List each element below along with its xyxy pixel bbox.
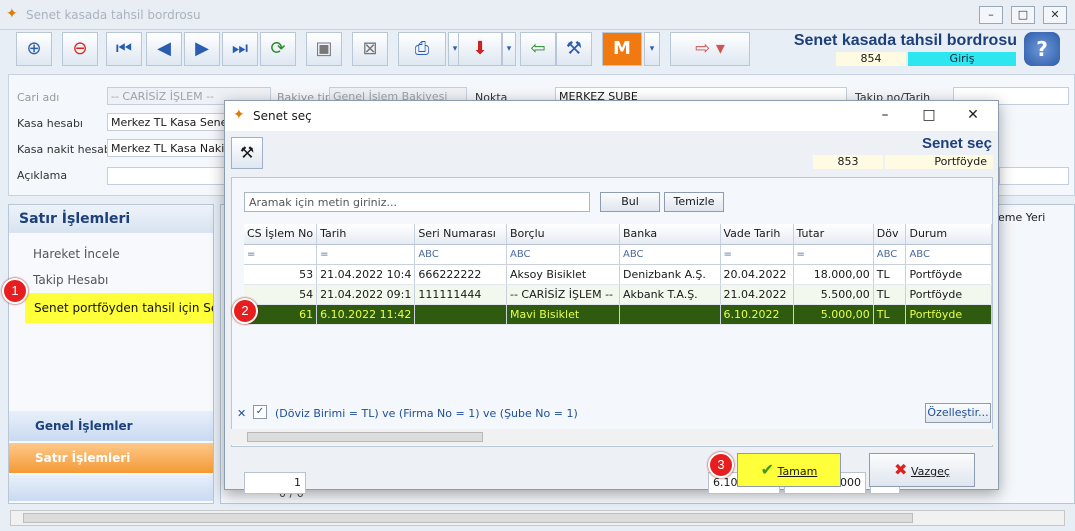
aciklama-field[interactable] <box>107 167 237 185</box>
page-title: Senet kasada tahsil bordrosu <box>793 32 1017 49</box>
callout-1: 1 <box>2 278 28 304</box>
filter-checkbox[interactable]: ✓ <box>253 405 267 419</box>
callout-3: 3 <box>708 452 734 478</box>
cari-label: Cari adı <box>17 91 60 104</box>
left-panel: Satır İşlemleri Hareket İncele Takip Hes… <box>8 204 214 504</box>
hareket-incele-item[interactable]: Hareket İncele <box>33 247 120 261</box>
col-banka[interactable]: Banka <box>619 224 721 245</box>
dialog-tools-icon[interactable]: ⚒ <box>231 137 263 169</box>
kasa-nakit-field[interactable]: Merkez TL Kasa Nakit TL <box>107 139 237 157</box>
cancel-save-icon[interactable]: ⊠ <box>352 32 388 66</box>
ok-button[interactable]: ✔ Tamam <box>737 453 841 487</box>
takip-hesabi-item[interactable]: Takip Hesabı <box>33 273 108 287</box>
filter-cell[interactable]: = <box>793 244 874 265</box>
close-button[interactable]: ✕ <box>1043 6 1067 24</box>
col-borclu[interactable]: Borçlu <box>506 224 621 245</box>
senet-sec-dialog: ✦ Senet seç – □ ✕ ⚒ Senet seç 853 Portfö… <box>224 100 999 494</box>
table-row[interactable]: 54 21.04.2022 09:1 111111444 -- CARİSİZ … <box>244 284 992 305</box>
find-button[interactable]: Bul <box>600 192 660 212</box>
dialog-scroll-thumb[interactable] <box>247 432 483 442</box>
filter-cell[interactable]: ABC <box>873 244 907 265</box>
aciklama-field-right[interactable] <box>999 167 1069 185</box>
last-record-icon[interactable]: ⏭ <box>222 32 258 66</box>
col-doviz[interactable]: Döv <box>873 224 907 245</box>
group-satir-islemleri[interactable]: Satır İşlemleri <box>9 443 213 473</box>
clear-filter-icon[interactable]: ✕ <box>237 407 246 420</box>
filter-text: (Döviz Birimi = TL) ve (Firma No = 1) ve… <box>275 407 578 420</box>
m-icon[interactable]: M <box>602 32 642 66</box>
window-titlebar: ✦ Senet kasada tahsil bordrosu – □ ✕ <box>0 0 1075 30</box>
aciklama-label: Açıklama <box>17 169 68 182</box>
first-record-icon[interactable]: ⏮ <box>106 32 142 66</box>
table-row-selected[interactable]: 61 6.10.2022 11:42 Mavi Bisiklet 6.10.20… <box>244 304 992 325</box>
filter-cell[interactable]: = <box>244 244 318 265</box>
m-dropdown-icon[interactable]: ▾ <box>644 32 660 66</box>
checkmark-icon: ✔ <box>760 460 775 479</box>
filter-cell[interactable]: = <box>316 244 416 265</box>
col-seri-numarasi[interactable]: Seri Numarası <box>414 224 507 245</box>
window-title: Senet kasada tahsil bordrosu <box>26 8 201 22</box>
filter-cell[interactable]: ABC <box>905 244 992 265</box>
customize-button[interactable]: Özelleştir... <box>925 403 991 423</box>
footer-count: 1 <box>244 472 306 494</box>
senet-portfoy-item[interactable]: Senet portföyden tahsil için Sen... <box>25 293 213 323</box>
tools-icon[interactable]: ⚒ <box>556 32 592 66</box>
senet-table: CS İşlem No Tarih Seri Numarası Borçlu B… <box>244 224 992 325</box>
export-dropdown-icon[interactable]: ▾ <box>502 32 516 66</box>
butterfly-icon: ✦ <box>6 6 18 22</box>
next-record-icon[interactable]: ▶ <box>184 32 220 66</box>
filter-bar: ✕ ✓ (Döviz Birimi = TL) ve (Firma No = 1… <box>231 403 993 427</box>
cancel-button[interactable]: ✖ Vazgeç <box>869 453 975 487</box>
table-row[interactable]: 53 21.04.2022 10:4 666222222 Aksoy Bisik… <box>244 264 992 285</box>
exit-door-icon[interactable]: ⇨ ▾ <box>670 32 750 66</box>
col-tarih[interactable]: Tarih <box>316 224 416 245</box>
kasa-field[interactable]: Merkez TL Kasa Senet TL <box>107 113 237 131</box>
kasa-label: Kasa hesabı <box>17 117 83 130</box>
filter-cell[interactable]: ABC <box>619 244 721 265</box>
bg-col-odeme-yeri: deme Yeri <box>991 211 1046 224</box>
group-more[interactable] <box>9 475 213 501</box>
col-vade-tarih[interactable]: Vade Tarih <box>720 224 794 245</box>
dialog-title: Senet seç <box>253 109 312 123</box>
col-tutar[interactable]: Tutar <box>793 224 874 245</box>
document-number: 854 <box>836 52 906 66</box>
new-icon[interactable]: ⊕ <box>16 32 52 66</box>
main-scroll-thumb[interactable] <box>23 513 913 523</box>
delete-icon[interactable]: ⊖ <box>62 32 98 66</box>
refresh-icon[interactable]: ⟳ <box>260 32 296 66</box>
x-icon: ✖ <box>894 460 908 479</box>
dialog-heading: Senet seç <box>921 135 992 152</box>
filter-cell[interactable]: = <box>720 244 794 265</box>
dialog-status: Portföyde <box>885 155 993 169</box>
callout-2: 2 <box>232 298 258 324</box>
import-icon[interactable]: ⇦ <box>520 32 556 66</box>
dialog-close-button[interactable]: ✕ <box>953 105 993 127</box>
status-badge: Giriş <box>908 52 1016 66</box>
print-icon[interactable]: ⎙ <box>398 32 446 66</box>
butterfly-icon: ✦ <box>233 107 245 123</box>
kasa-nakit-label: Kasa nakit hesabı <box>17 143 114 156</box>
col-cs-islem-no[interactable]: CS İşlem No <box>244 224 318 245</box>
search-input[interactable]: Aramak için metin giriniz... <box>244 192 590 212</box>
maximize-button[interactable]: □ <box>1011 6 1035 24</box>
main-horizontal-scrollbar[interactable] <box>10 510 1065 526</box>
left-panel-title: Satır İşlemleri <box>9 205 213 233</box>
pdf-export-icon[interactable]: ⬇ <box>458 32 502 66</box>
dialog-minimize-button[interactable]: – <box>865 105 905 127</box>
dialog-titlebar: ✦ Senet seç – □ ✕ <box>225 101 998 131</box>
minimize-button[interactable]: – <box>979 6 1003 24</box>
dialog-number: 853 <box>813 155 883 169</box>
cancel-label: Vazgeç <box>910 465 950 478</box>
filter-cell[interactable]: ABC <box>414 244 507 265</box>
dialog-horizontal-scrollbar[interactable] <box>231 429 993 445</box>
clear-button[interactable]: Temizle <box>664 192 724 212</box>
save-icon[interactable]: ▣ <box>306 32 342 66</box>
help-icon[interactable]: ? <box>1024 32 1060 66</box>
ok-label: Tamam <box>777 465 818 478</box>
filter-cell[interactable]: ABC <box>506 244 621 265</box>
previous-record-icon[interactable]: ◀ <box>146 32 182 66</box>
dialog-maximize-button[interactable]: □ <box>909 105 949 127</box>
col-durum[interactable]: Durum <box>905 224 992 245</box>
group-genel-islemler[interactable]: Genel İşlemler <box>9 411 213 441</box>
